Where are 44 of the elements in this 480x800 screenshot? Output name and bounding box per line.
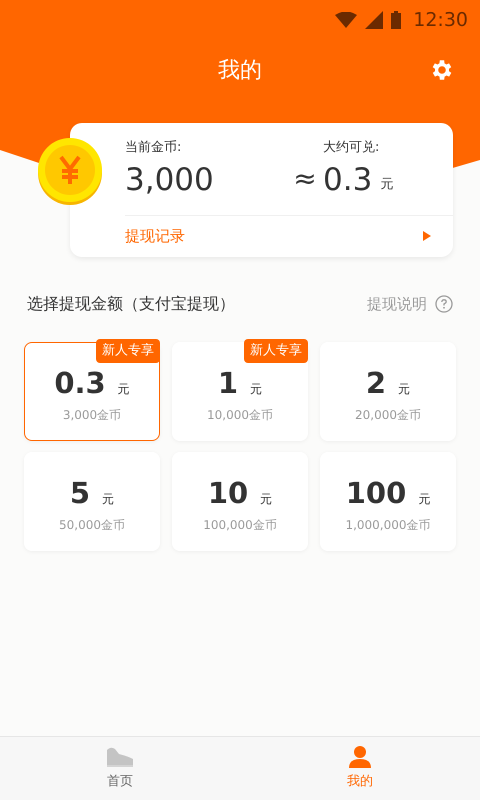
new-user-badge: 新人专享 xyxy=(244,339,308,362)
approx-sign: ≈ xyxy=(292,162,318,197)
caret-icon xyxy=(423,231,431,241)
amount-option[interactable]: 100 元 1,000,000金币 xyxy=(320,452,456,551)
amount-value: 5 xyxy=(70,476,90,510)
cash-value: 0.3 xyxy=(323,160,372,200)
amount-unit: 元 xyxy=(260,490,272,508)
nav-tab[interactable]: 首页 xyxy=(0,737,240,800)
amount-option[interactable]: 新人专享 1 元 10,000金币 xyxy=(172,342,308,441)
cash-unit: 元 xyxy=(380,176,394,194)
battery-icon xyxy=(391,11,402,29)
amount-value: 1 xyxy=(218,366,238,400)
page-title: 我的 xyxy=(218,56,262,84)
person-icon xyxy=(348,746,372,768)
coin-cost: 100,000金币 xyxy=(203,516,277,534)
amount-value: 10 xyxy=(208,476,248,510)
sneaker-icon xyxy=(105,746,135,768)
new-user-badge: 新人专享 xyxy=(96,339,160,362)
amount-option[interactable]: 新人专享 0.3 元 3,000金币 xyxy=(24,342,160,441)
amount-option[interactable]: 2 元 20,000金币 xyxy=(320,342,456,441)
amount-value: 2 xyxy=(366,366,386,400)
coin-cost: 50,000金币 xyxy=(59,516,125,534)
coins-label: 当前金币: xyxy=(125,139,182,157)
question-icon xyxy=(435,295,453,313)
amount-option[interactable]: 5 元 50,000金币 xyxy=(24,452,160,551)
coin-cost: 20,000金币 xyxy=(355,406,421,424)
wifi-icon xyxy=(335,12,358,28)
amount-unit: 元 xyxy=(102,490,114,508)
amount-unit: 元 xyxy=(418,490,430,508)
coin-cost: 1,000,000金币 xyxy=(345,516,431,534)
coin-icon xyxy=(37,137,103,207)
amount-unit: 元 xyxy=(118,380,130,398)
coin-cost: 3,000金币 xyxy=(62,406,122,424)
section-title: 选择提现金额（支付宝提现） xyxy=(27,293,235,315)
amount-unit: 元 xyxy=(250,380,262,398)
amount-option[interactable]: 10 元 100,000金币 xyxy=(172,452,308,551)
status-time: 12:30 xyxy=(413,8,468,33)
amount-value: 0.3 xyxy=(54,366,106,400)
value-label: 大约可兑: xyxy=(323,139,380,157)
signal-icon xyxy=(365,11,384,29)
amount-value: 100 xyxy=(346,476,406,510)
coin-cost: 10,000金币 xyxy=(207,406,273,424)
amount-unit: 元 xyxy=(398,380,410,398)
coins-balance: 3,000 xyxy=(125,160,215,200)
